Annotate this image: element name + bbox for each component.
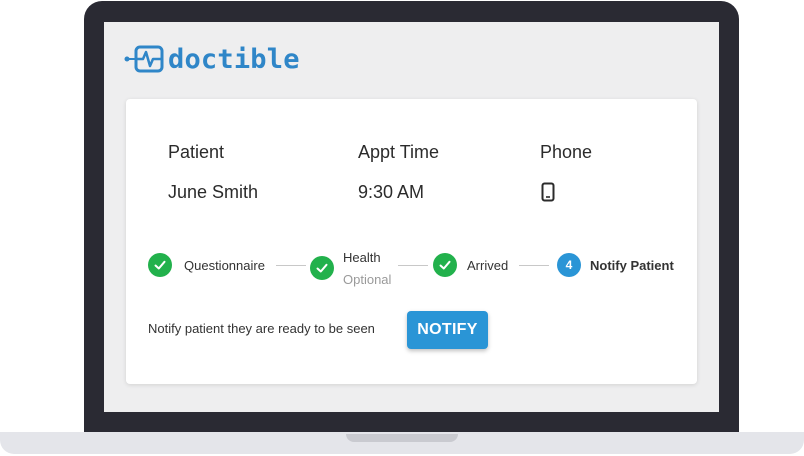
mobile-phone-icon[interactable] — [541, 182, 555, 202]
step-arrived-label[interactable]: Arrived — [467, 258, 508, 273]
step-connector — [398, 265, 428, 266]
logo-text: doctible — [168, 43, 300, 75]
doctible-logo[interactable]: doctible — [124, 42, 300, 76]
logo-icon — [124, 45, 164, 73]
notify-message: Notify patient they are ready to be seen — [148, 321, 375, 336]
phone-header: Phone — [540, 142, 593, 162]
appt-time-value: 9:30 AM — [358, 182, 425, 202]
step-questionnaire-label[interactable]: Questionnaire — [184, 258, 265, 273]
step-notify-patient-label[interactable]: Notify Patient — [590, 258, 674, 273]
step-questionnaire-check-icon[interactable] — [148, 253, 172, 277]
appt-time-header: Appt Time — [358, 142, 440, 162]
step-notify-number[interactable]: 4 — [557, 253, 581, 277]
notify-button[interactable]: NOTIFY — [407, 311, 488, 349]
step-health-sublabel: Optional — [343, 272, 392, 287]
step-health-check-icon[interactable] — [310, 256, 334, 280]
step-connector — [276, 265, 306, 266]
step-arrived-check-icon[interactable] — [433, 253, 457, 277]
patient-header: Patient — [168, 142, 225, 162]
patient-name: June Smith — [168, 182, 259, 202]
laptop-notch — [346, 434, 458, 442]
step-health-label[interactable]: Health — [343, 250, 381, 265]
step-connector — [519, 265, 549, 266]
